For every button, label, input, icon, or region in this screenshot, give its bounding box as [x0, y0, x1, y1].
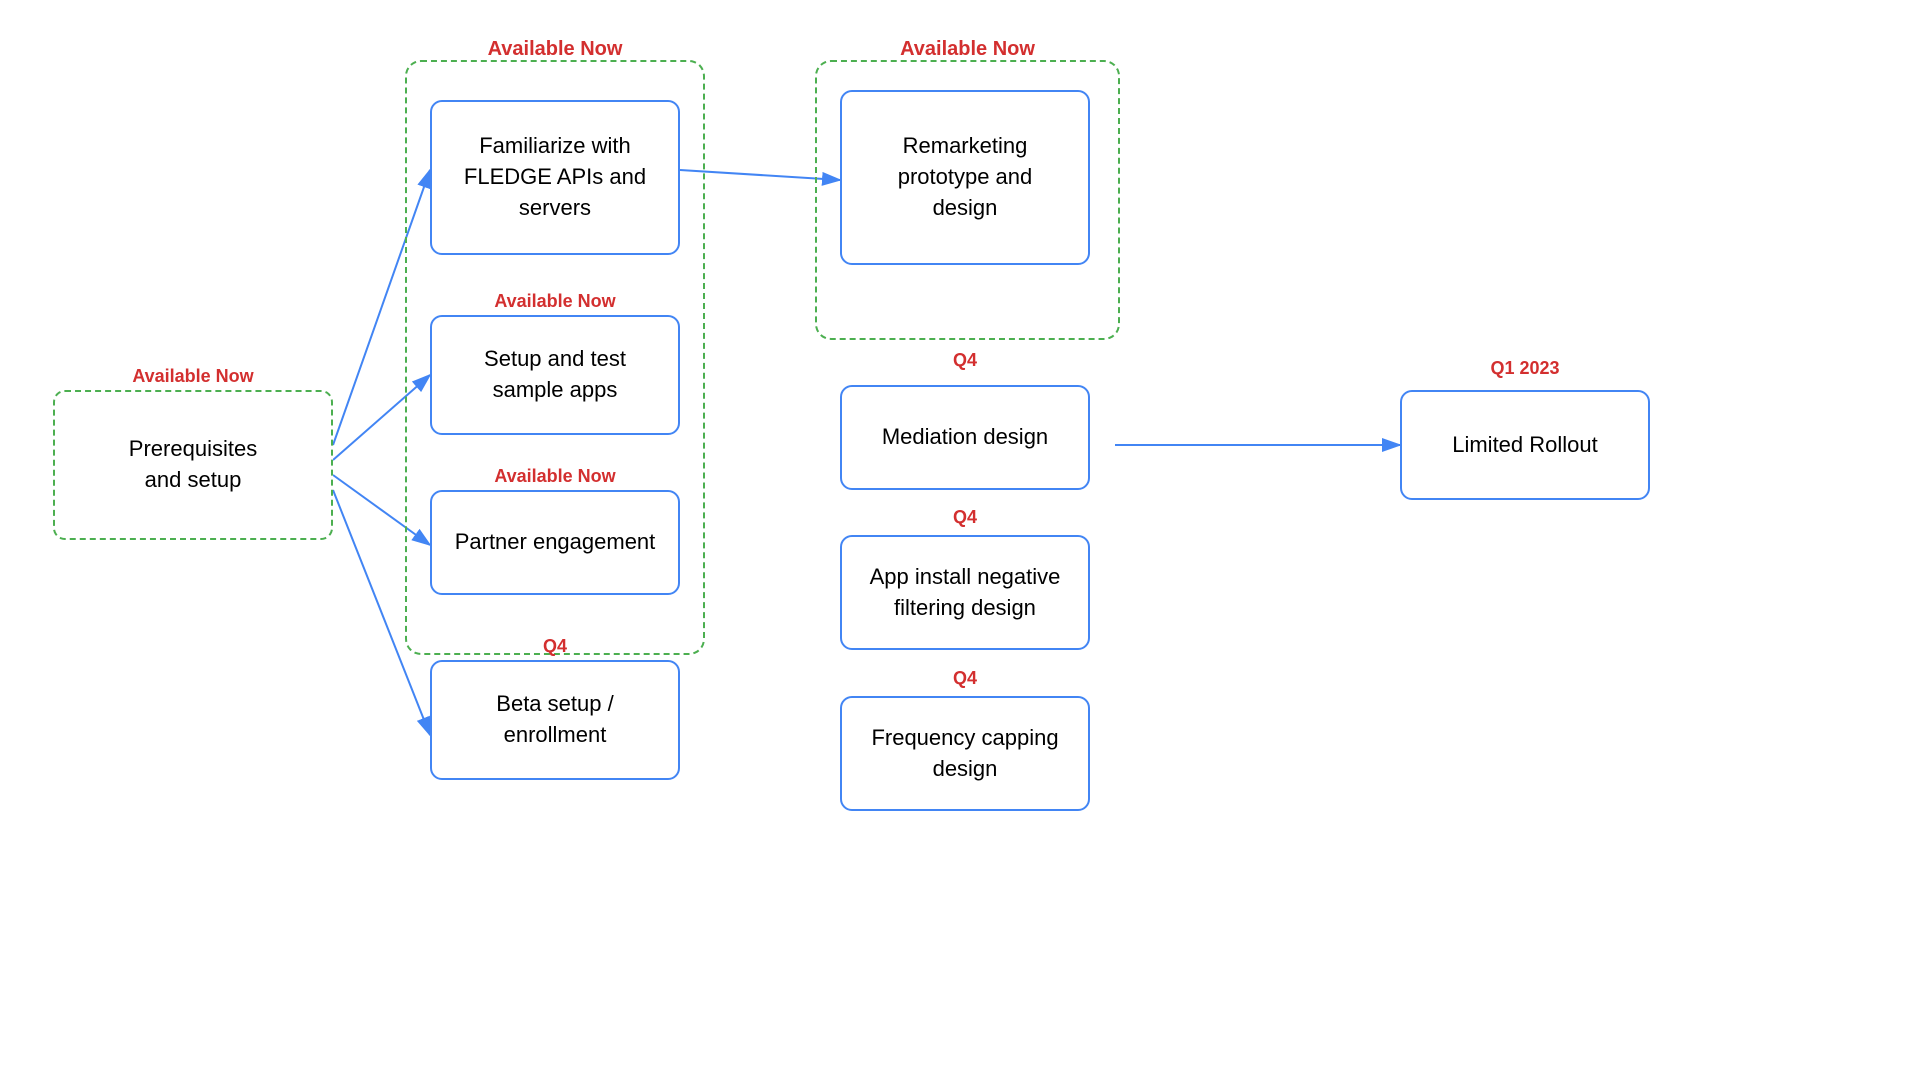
- limited-rollout-badge: Q1 2023: [1400, 358, 1650, 379]
- setup-test-label: Setup and testsample apps: [484, 346, 626, 402]
- group2-badge: Available Now: [815, 38, 1120, 61]
- app-install-badge: Q4: [840, 507, 1090, 528]
- freq-capping-label: Frequency cappingdesign: [871, 723, 1058, 785]
- mediation-label: Mediation design: [882, 422, 1048, 453]
- node-remarketing[interactable]: Remarketingprototype anddesign: [840, 90, 1090, 265]
- freq-capping-badge: Q4: [840, 668, 1090, 689]
- prerequisites-badge: Available Now: [55, 364, 331, 389]
- familiarize-label: Familiarize withFLEDGE APIs andservers: [464, 131, 646, 223]
- remarketing-q4-badge: Q4: [840, 350, 1090, 371]
- node-app-install[interactable]: App install negativefiltering design: [840, 535, 1090, 650]
- node-setup-test[interactable]: Available Now Setup and testsample apps: [430, 315, 680, 435]
- setup-test-badge: Available Now: [432, 289, 678, 314]
- node-beta-setup[interactable]: Beta setup /enrollment: [430, 660, 680, 780]
- beta-setup-label: Beta setup /enrollment: [496, 689, 613, 751]
- partner-label: Partner engagement: [455, 529, 656, 554]
- node-prerequisites[interactable]: Available Now Prerequisitesand setup: [53, 390, 333, 540]
- limited-rollout-label: Limited Rollout: [1452, 430, 1598, 461]
- prerequisites-label: Prerequisitesand setup: [129, 436, 257, 492]
- node-partner[interactable]: Available Now Partner engagement: [430, 490, 680, 595]
- remarketing-label: Remarketingprototype anddesign: [898, 131, 1033, 223]
- beta-badge: Q4: [430, 636, 680, 657]
- node-freq-capping[interactable]: Frequency cappingdesign: [840, 696, 1090, 811]
- node-familiarize[interactable]: Familiarize withFLEDGE APIs andservers: [430, 100, 680, 255]
- group1-badge: Available Now: [405, 38, 705, 61]
- node-mediation[interactable]: Mediation design: [840, 385, 1090, 490]
- partner-badge: Available Now: [432, 464, 678, 489]
- diagram-container: Available Now Available Now Available No…: [0, 0, 1920, 1080]
- node-limited-rollout[interactable]: Limited Rollout: [1400, 390, 1650, 500]
- app-install-label: App install negativefiltering design: [870, 562, 1061, 624]
